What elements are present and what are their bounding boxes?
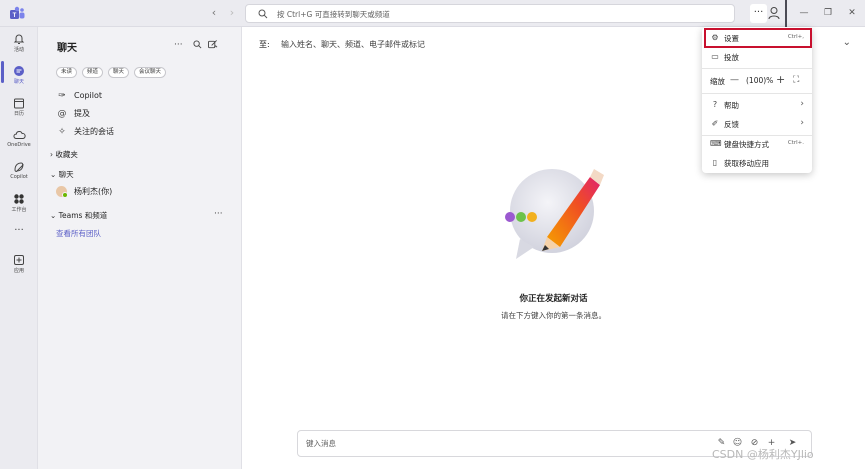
chevron-right-icon: › — [800, 99, 804, 109]
profile-icon[interactable] — [768, 6, 780, 20]
follow-icon: ✧ — [58, 127, 66, 137]
apps-grid-icon — [14, 194, 24, 204]
rail-item-calendar[interactable]: 日历 — [0, 93, 38, 125]
title-bar: T ‹ › 按 Ctrl+G 可直接转到聊天或频道 ··· — ❐ ✕ — [0, 0, 865, 27]
to-label: 至: — [259, 40, 270, 49]
menu-item-keyboard-shortcuts[interactable]: ⌨ 键盘快捷方式 Ctrl+. — [702, 135, 812, 153]
copilot-icon — [14, 162, 24, 172]
menu-item-cast[interactable]: ▭ 投放 — [702, 48, 812, 66]
minimize-icon[interactable]: — — [798, 7, 810, 19]
zoom-out-button[interactable]: — — [730, 75, 739, 85]
watermark: CSDN @杨利杰YJlio — [712, 448, 814, 461]
forward-icon[interactable]: › — [226, 7, 238, 19]
new-chat-illustration — [505, 169, 604, 259]
menu-item-feedback[interactable]: ✐ 反馈 › — [702, 115, 812, 133]
teams-logo-icon: T — [10, 6, 25, 19]
fullscreen-icon[interactable]: ⛶ — [793, 75, 799, 85]
app-rail: 活动 聊天 日历 OneDrive Copilot 工作台 ··· 应用 — [0, 27, 38, 469]
menu-divider — [702, 68, 812, 69]
more-apps-icon[interactable]: ··· — [0, 221, 38, 253]
settings-highlight-box — [704, 28, 812, 48]
chat-item-self[interactable]: 杨利杰(你) — [56, 185, 112, 199]
zoom-level: (100)% — [746, 76, 774, 85]
help-icon: ? — [712, 100, 718, 109]
restore-icon[interactable]: ❐ — [822, 7, 834, 19]
copilot-icon: ✑ — [58, 91, 66, 101]
cast-icon: ▭ — [711, 52, 719, 61]
empty-state-subtitle: 请在下方键入你的第一条消息。 — [501, 311, 606, 320]
at-icon: @ — [57, 109, 67, 119]
chevron-down-icon[interactable]: ⌄ — [843, 37, 851, 48]
bell-icon — [13, 34, 25, 44]
filter-chip-meeting-chats[interactable]: 会议聊天 — [134, 67, 167, 78]
quick-item-copilot[interactable]: ✑ Copilot — [56, 89, 102, 103]
add-app-icon — [14, 255, 24, 265]
zoom-in-button[interactable]: + — [776, 73, 785, 86]
close-icon[interactable]: ✕ — [846, 7, 858, 19]
rail-item-apps[interactable]: 应用 — [0, 250, 38, 282]
search-input[interactable]: 按 Ctrl+G 可直接转到聊天或频道 — [245, 4, 735, 23]
svg-text:T: T — [13, 13, 17, 19]
message-input[interactable]: 键入消息 — [306, 438, 336, 449]
section-teams[interactable]: ⌄ Teams 和频道 — [50, 210, 107, 221]
see-all-teams-link[interactable]: 查看所有团队 — [56, 228, 101, 239]
rail-item-copilot[interactable]: Copilot — [0, 157, 38, 189]
rail-item-onedrive[interactable]: OneDrive — [0, 125, 38, 157]
rail-item-workspace[interactable]: 工作台 — [0, 189, 38, 221]
more-icon[interactable]: ··· — [174, 40, 183, 50]
window-divider — [785, 0, 787, 27]
keyboard-icon: ⌨ — [710, 139, 722, 148]
rail-item-chat[interactable]: 聊天 — [0, 61, 38, 93]
feedback-icon: ✐ — [711, 119, 719, 128]
chat-icon — [14, 66, 24, 76]
menu-divider — [702, 93, 812, 94]
avatar — [56, 186, 68, 198]
menu-item-zoom: 缩放 — (100)% + ⛶ — [710, 73, 800, 86]
search-icon — [258, 9, 268, 19]
recipient-input[interactable]: 输入姓名、聊天、频道、电子邮件或标记 — [281, 39, 425, 50]
filter-chip-chats[interactable]: 聊天 — [108, 67, 130, 78]
quick-item-followed[interactable]: ✧ 关注的会话 — [56, 125, 114, 139]
calendar-icon — [14, 98, 24, 109]
chat-list-pane: 聊天 ··· 未读 频道 聊天 会议聊天 ✑ Copilot @ 提及 ✧ 关注的会话… — [38, 27, 242, 469]
cloud-icon — [12, 131, 26, 139]
teams-more-icon[interactable]: ··· — [214, 209, 223, 219]
filter-chip-channels[interactable]: 频道 — [82, 67, 104, 78]
chevron-right-icon: › — [800, 118, 804, 128]
rail-item-activity[interactable]: 活动 — [0, 29, 38, 61]
section-favorites[interactable]: › 收藏夹 — [50, 149, 78, 160]
more-options-menu: ⚙ 设置 Ctrl+, ▭ 投放 缩放 — (100)% + ⛶ ? 帮助 › … — [702, 27, 812, 173]
quick-item-mentions[interactable]: @ 提及 — [56, 107, 91, 121]
empty-state-title: 你正在发起新对话 — [519, 294, 588, 304]
filter-chip-unread[interactable]: 未读 — [56, 67, 78, 78]
menu-item-mobile-app[interactable]: ▯ 获取移动应用 — [702, 154, 812, 172]
phone-icon: ▯ — [712, 158, 718, 167]
chat-list-title: 聊天 — [57, 43, 77, 54]
filter-search-icon[interactable] — [193, 40, 202, 52]
search-placeholder: 按 Ctrl+G 可直接转到聊天或频道 — [277, 10, 390, 19]
more-options-button[interactable]: ··· — [750, 4, 767, 23]
back-icon[interactable]: ‹ — [208, 7, 220, 19]
new-chat-icon[interactable] — [208, 40, 218, 52]
section-chats[interactable]: ⌄ 聊天 — [50, 169, 74, 180]
menu-item-help[interactable]: ? 帮助 › — [702, 96, 812, 114]
